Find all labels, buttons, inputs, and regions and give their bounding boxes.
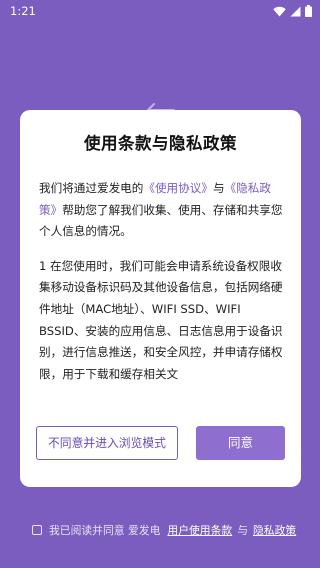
intro-text-and: 与 (212, 181, 225, 195)
wifi-icon (273, 6, 286, 16)
decline-browse-button[interactable]: 不同意并进入浏览模式 (36, 426, 178, 460)
battery-icon (305, 5, 312, 17)
consent-text: 我已阅读并同意 爱发电 (49, 524, 161, 537)
intro-text-start: 我们将通过爱发电的 (39, 181, 144, 195)
privacy-dialog: 使用条款与隐私政策 我们将通过爱发电的《使用协议》与《隐私政策》帮助您了解我们收… (20, 110, 301, 487)
status-bar: 1:21 (0, 0, 320, 22)
intro-text-end: 帮助您了解我们收集、使用、存储和共享您个人信息的情况。 (39, 202, 283, 239)
status-icons (273, 5, 312, 17)
consent-row: 我已阅读并同意 爱发电 用户使用条款 与 隐私政策 (32, 522, 296, 538)
checkbox-icon[interactable] (32, 525, 42, 535)
privacy-link[interactable]: 隐私政策 (253, 522, 296, 538)
status-time: 1:21 (10, 4, 36, 18)
agree-button[interactable]: 同意 (196, 426, 285, 460)
dialog-title: 使用条款与隐私政策 (84, 134, 237, 153)
dialog-body[interactable]: 我们将通过爱发电的《使用协议》与《隐私政策》帮助您了解我们收集、使用、存储和共享… (39, 178, 284, 398)
terms-link[interactable]: 用户使用条款 (167, 522, 232, 538)
consent-and: 与 (237, 524, 248, 537)
intro-paragraph: 我们将通过爱发电的《使用协议》与《隐私政策》帮助您了解我们收集、使用、存储和共享… (39, 178, 284, 243)
permission-paragraph: 1 在您使用时，我们可能会申请系统设备权限收集移动设备标识码及其他设备信息，包括… (39, 258, 283, 381)
usage-agreement-link[interactable]: 《使用协议》 (143, 181, 213, 195)
signal-icon (290, 6, 301, 16)
